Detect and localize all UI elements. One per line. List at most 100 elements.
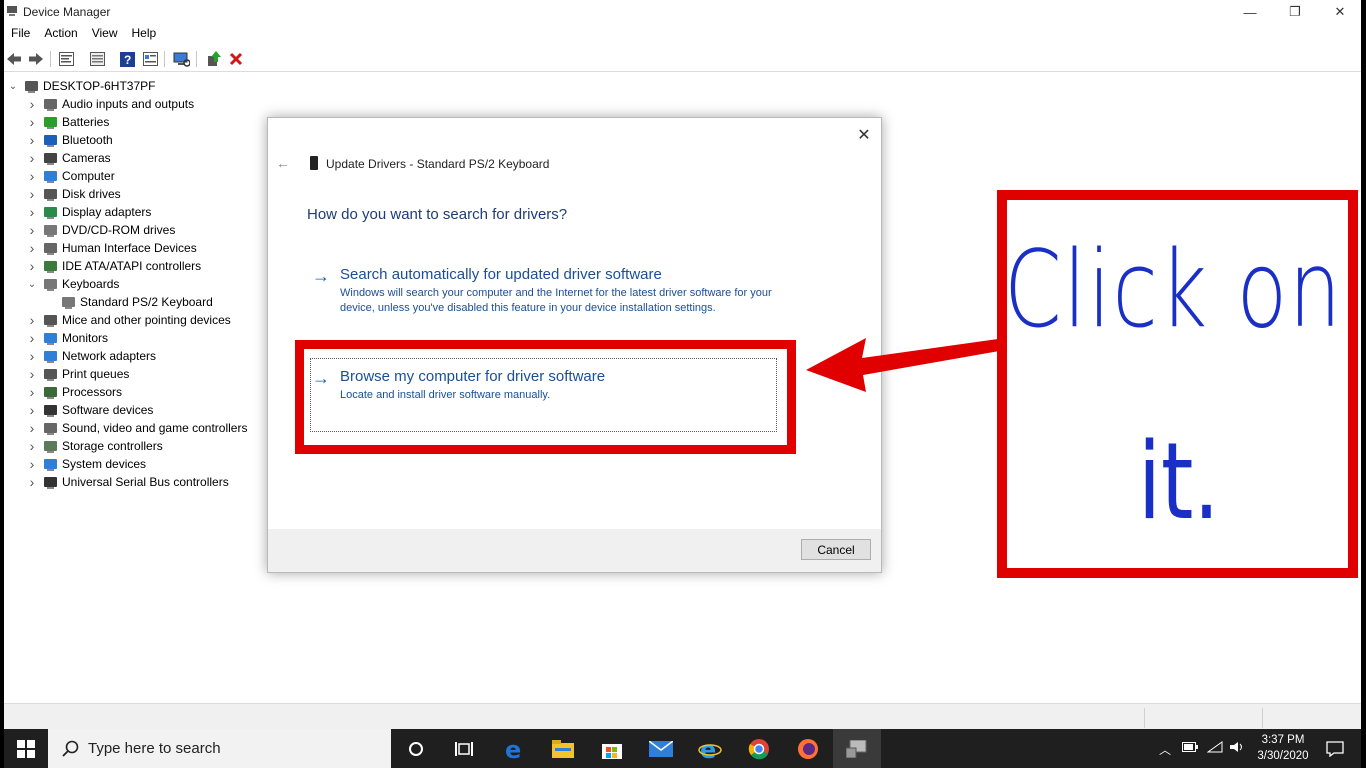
battery-tray-icon[interactable] (1182, 741, 1198, 755)
file-explorer-icon[interactable] (539, 729, 587, 768)
chevron-right-icon[interactable]: › (26, 348, 38, 364)
tree-item[interactable]: › Cameras (26, 149, 111, 167)
tree-item[interactable]: › Human Interface Devices (26, 239, 197, 257)
tree-item[interactable]: › Disk drives (26, 185, 121, 203)
close-button[interactable]: ✕ (1317, 0, 1361, 24)
tree-item[interactable]: Standard PS/2 Keyboard (44, 293, 213, 311)
properties-icon[interactable] (57, 50, 75, 68)
show-hidden-icons-icon[interactable]: ︿ (1159, 741, 1171, 758)
tree-item[interactable]: › Network adapters (26, 347, 156, 365)
tree-item[interactable]: › IDE ATA/ATAPI controllers (26, 257, 202, 275)
tree-item[interactable]: › DVD/CD-ROM drives (26, 221, 176, 239)
update-driver-icon[interactable] (204, 50, 222, 68)
chevron-right-icon[interactable]: › (26, 132, 38, 148)
tree-item[interactable]: › Monitors (26, 329, 108, 347)
tree-item-label: Batteries (62, 115, 110, 129)
search-automatically-option[interactable]: → Search automatically for updated drive… (310, 266, 780, 330)
cortana-icon[interactable] (392, 729, 440, 768)
chevron-right-icon[interactable]: › (26, 186, 38, 202)
tree-item[interactable]: › Batteries (26, 113, 110, 131)
edge-icon[interactable]: e (491, 729, 539, 768)
chrome-icon[interactable] (735, 729, 783, 768)
chevron-right-icon[interactable]: › (26, 258, 38, 274)
wifi-tray-icon[interactable] (1206, 741, 1223, 756)
back-icon[interactable] (5, 50, 23, 68)
dialog-close-button[interactable]: ✕ (853, 124, 875, 146)
chevron-right-icon[interactable]: › (26, 384, 38, 400)
tree-item[interactable]: › Universal Serial Bus controllers (26, 473, 229, 491)
microsoft-store-icon[interactable] (588, 729, 636, 768)
start-button[interactable] (4, 729, 48, 768)
device-manager-taskbar-icon[interactable] (833, 729, 881, 768)
chevron-right-icon[interactable]: › (26, 420, 38, 436)
chevron-right-icon[interactable]: › (26, 168, 38, 184)
tree-item[interactable]: › Audio inputs and outputs (26, 95, 194, 113)
tree-item-label: Universal Serial Bus controllers (62, 475, 229, 489)
dialog-header-title: Update Drivers - Standard PS/2 Keyboard (326, 157, 550, 171)
chevron-down-icon[interactable]: ⌄ (7, 80, 19, 92)
tree-item-label: Monitors (62, 331, 109, 345)
chevron-right-icon[interactable]: › (26, 330, 38, 346)
tree-item-label: Network adapters (62, 349, 157, 363)
task-view-icon[interactable] (440, 729, 488, 768)
taskbar-search-box[interactable]: Type here to search (48, 729, 391, 768)
tree-item-label: Bluetooth (62, 133, 113, 147)
minimize-button[interactable]: — (1227, 0, 1273, 24)
callout-text-line2: it. (1138, 420, 1220, 543)
speaker-icon (42, 420, 58, 436)
chevron-right-icon[interactable]: › (26, 240, 38, 256)
chevron-down-icon[interactable]: ⌄ (26, 278, 38, 290)
tree-item-label: Keyboards (62, 277, 120, 291)
mail-icon[interactable] (637, 729, 685, 768)
menu-help[interactable]: Help (125, 24, 164, 44)
chevron-right-icon[interactable]: › (26, 474, 38, 490)
menu-view[interactable]: View (85, 24, 125, 44)
tree-item[interactable]: › Mice and other pointing devices (26, 311, 231, 329)
tree-item[interactable]: › System devices (26, 455, 146, 473)
tree-item[interactable]: › Processors (26, 383, 122, 401)
system-clock[interactable]: 3:37 PM 3/30/2020 (1250, 732, 1316, 764)
list-view-icon[interactable] (88, 50, 106, 68)
keyboard-icon (42, 276, 58, 292)
cancel-button[interactable]: Cancel (801, 539, 871, 560)
firefox-icon[interactable] (784, 729, 832, 768)
maximize-button[interactable]: ❐ (1272, 0, 1318, 24)
clock-time: 3:37 PM (1261, 734, 1305, 746)
chevron-right-icon[interactable]: › (26, 150, 38, 166)
chevron-right-icon[interactable]: › (26, 312, 38, 328)
tree-item[interactable]: › Computer (26, 167, 115, 185)
printer-icon (42, 366, 58, 382)
battery-icon (42, 114, 58, 130)
system-icon (42, 456, 58, 472)
chevron-right-icon[interactable]: › (26, 222, 38, 238)
option-description: Windows will search your computer and th… (340, 287, 772, 314)
internet-explorer-icon[interactable]: e (686, 729, 734, 768)
tree-item[interactable]: › Bluetooth (26, 131, 113, 149)
keyboard-icon (60, 294, 76, 310)
tree-item[interactable]: ⌄ Keyboards (26, 275, 120, 293)
action-center-icon[interactable] (1326, 741, 1344, 760)
back-arrow-icon[interactable]: ← (276, 155, 290, 171)
chevron-right-icon[interactable]: › (26, 204, 38, 220)
volume-tray-icon[interactable] (1229, 741, 1245, 756)
chevron-right-icon[interactable]: › (26, 438, 38, 454)
scan-hardware-icon[interactable] (172, 50, 190, 68)
chevron-right-icon[interactable]: › (26, 366, 38, 382)
chevron-right-icon[interactable]: › (26, 402, 38, 418)
tree-item[interactable]: › Storage controllers (26, 437, 163, 455)
details-icon[interactable] (141, 50, 159, 68)
tree-item[interactable]: › Display adapters (26, 203, 152, 221)
uninstall-icon[interactable] (227, 50, 245, 68)
forward-icon[interactable] (27, 50, 45, 68)
chevron-right-icon[interactable]: › (26, 96, 38, 112)
help-icon[interactable]: ? (118, 50, 136, 68)
tree-root[interactable]: ⌄ DESKTOP-6HT37PF (7, 77, 156, 95)
menu-file[interactable]: File (4, 24, 37, 44)
display-adapter-icon (42, 204, 58, 220)
chevron-right-icon[interactable]: › (26, 456, 38, 472)
tree-item[interactable]: › Sound, video and game controllers (26, 419, 248, 437)
tree-item[interactable]: › Print queues (26, 365, 130, 383)
chevron-right-icon[interactable]: › (26, 114, 38, 130)
tree-item[interactable]: › Software devices (26, 401, 154, 419)
menu-action[interactable]: Action (37, 24, 84, 44)
